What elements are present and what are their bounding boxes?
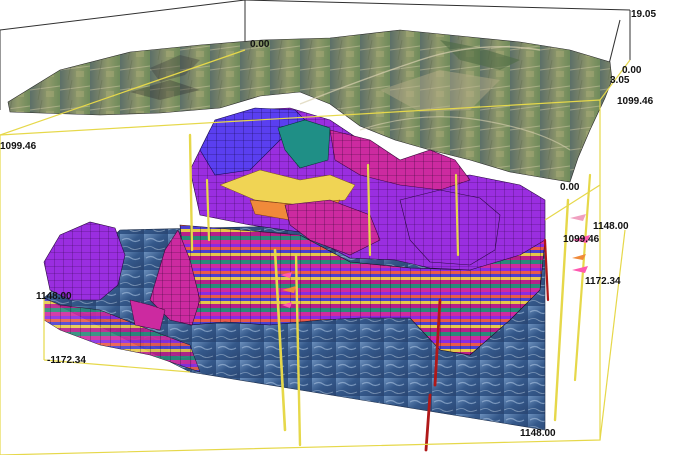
well-7: [553, 198, 570, 422]
label-top-mid-a: 0.00: [250, 39, 270, 50]
label-right-mid-b: 1099.46: [563, 234, 600, 245]
label-right-mid-a: 1148.00: [593, 221, 629, 232]
label-left-mid: 1148.00: [36, 291, 72, 302]
label-right-b: 0.00: [560, 182, 580, 193]
label-bottom: 1148.00: [520, 428, 556, 439]
label-right-top-elev: 1099.46: [617, 96, 654, 107]
label-right-a: 3.05: [610, 75, 630, 86]
label-left-top-elev: 1099.46: [0, 141, 37, 152]
well-11: [543, 238, 550, 302]
3d-geological-scene: 19.05 0.00 0.00 3.05 1099.46 1099.46 0.0…: [0, 0, 682, 455]
scene-svg: 19.05 0.00 0.00 3.05 1099.46 1099.46 0.0…: [0, 0, 656, 455]
label-top-right: 19.05: [631, 9, 656, 20]
label-right-mid-c: 1172.34: [585, 276, 621, 287]
label-left-low: -1172.34: [47, 355, 86, 366]
